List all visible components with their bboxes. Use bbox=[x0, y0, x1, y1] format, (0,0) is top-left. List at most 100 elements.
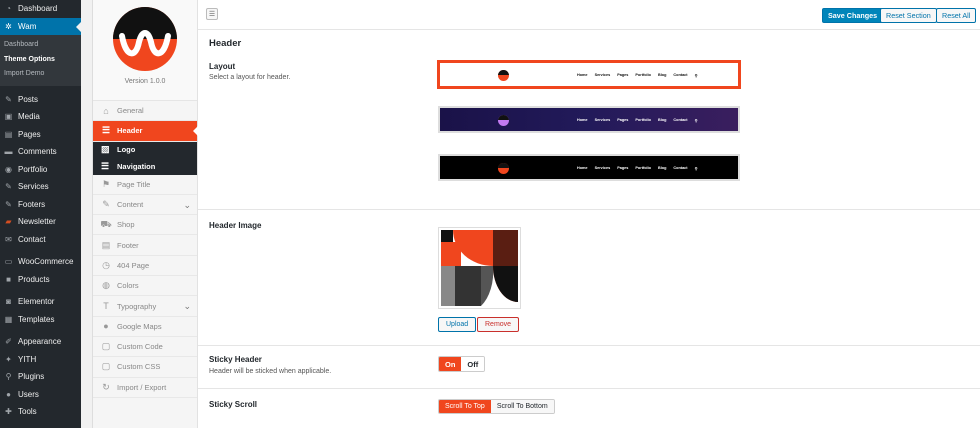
options-nav-label: Shop bbox=[117, 220, 135, 230]
wp-menu-newsletter[interactable]: ▰ Newsletter bbox=[0, 213, 81, 231]
wp-menu-label: YITH bbox=[18, 354, 37, 364]
options-nav-label: Colors bbox=[117, 281, 139, 291]
refresh-icon: ↻ bbox=[102, 381, 110, 392]
mail-icon: ✉ bbox=[5, 234, 12, 244]
wp-menu-label: Media bbox=[18, 112, 40, 122]
wp-menu-pages[interactable]: ▤ Pages bbox=[0, 126, 81, 144]
wp-menu-dashboard[interactable]: ◔ Dashboard bbox=[0, 0, 81, 18]
options-nav-404-page[interactable]: ◷ 404 Page bbox=[93, 256, 197, 277]
mini-nav-item: Home bbox=[577, 166, 588, 170]
wp-menu-contact[interactable]: ✉ Contact bbox=[0, 231, 81, 249]
wp-menu-products[interactable]: ■ Products bbox=[0, 271, 81, 289]
header-icon: ☰ bbox=[101, 125, 111, 136]
layout-option-3[interactable]: Home Services Pages Portfolio Blog Conta… bbox=[438, 154, 740, 181]
wp-menu-portfolio[interactable]: ◉ Portfolio bbox=[0, 161, 81, 179]
wp-menu-label: Appearance bbox=[18, 337, 62, 347]
wp-menu-templates[interactable]: ▦ Templates bbox=[0, 311, 81, 329]
options-nav-logo[interactable]: ▨ Logo bbox=[93, 142, 197, 159]
scroll-to-top-option[interactable]: Scroll To Top bbox=[439, 400, 491, 413]
options-nav-content[interactable]: ✎ Content ⌄ bbox=[93, 195, 197, 216]
footer-icon: ▤ bbox=[101, 239, 111, 250]
options-nav-general[interactable]: ⌂ General bbox=[93, 101, 197, 122]
wp-menu-woocommerce[interactable]: ▭ WooCommerce bbox=[0, 253, 81, 271]
options-subnav: ▨ Logo ☰ Navigation bbox=[93, 141, 197, 175]
options-nav-footer[interactable]: ▤ Footer bbox=[93, 235, 197, 256]
sticky-header-on[interactable]: On bbox=[439, 357, 462, 371]
wp-menu-wam[interactable]: ✲ Wam bbox=[0, 17, 81, 35]
wp-submenu-import-demo[interactable]: Import Demo bbox=[0, 67, 81, 82]
wp-menu-label: Plugins bbox=[18, 372, 45, 382]
sticky-header-toggle[interactable]: On Off bbox=[438, 356, 486, 372]
header-image-thumbnail bbox=[441, 230, 518, 306]
options-nav-label: Typography bbox=[117, 301, 157, 311]
options-nav-colors[interactable]: ◍ Colors bbox=[93, 276, 197, 297]
mini-search-icon: ⚲ bbox=[694, 74, 698, 78]
code-icon: ▢ bbox=[101, 341, 111, 352]
pages-icon: ▤ bbox=[4, 129, 13, 139]
wp-menu-users[interactable]: ● Users bbox=[0, 386, 81, 404]
reset-section-button[interactable]: Reset Section bbox=[880, 8, 937, 23]
mini-nav-item: Home bbox=[577, 118, 588, 122]
sticky-header-description: Header will be sticked when applicable. bbox=[209, 368, 332, 375]
layout-option-1[interactable]: Home Services Pages Portfolio Blog Conta… bbox=[438, 61, 740, 88]
wp-menu-services[interactable]: ✎ Services bbox=[0, 178, 81, 196]
services-icon: ✎ bbox=[5, 182, 12, 192]
wp-menu-label: Tools bbox=[18, 407, 37, 417]
sticky-scroll-options[interactable]: Scroll To Top Scroll To Bottom bbox=[438, 399, 555, 414]
options-nav-label: Logo bbox=[117, 145, 136, 155]
pencil-icon: ✎ bbox=[102, 199, 110, 210]
options-nav-shop[interactable]: ⛟ Shop bbox=[93, 215, 197, 236]
mini-logo-icon bbox=[498, 70, 509, 81]
wp-submenu-theme-options[interactable]: Theme Options bbox=[0, 53, 81, 68]
reset-all-button[interactable]: Reset All bbox=[936, 8, 977, 23]
products-icon: ■ bbox=[6, 274, 11, 284]
mini-logo-icon bbox=[498, 115, 509, 126]
options-nav-navigation[interactable]: ☰ Navigation bbox=[93, 158, 197, 175]
mini-search-icon: ⚲ bbox=[694, 119, 698, 123]
wp-menu-appearance[interactable]: ✐ Appearance bbox=[0, 333, 81, 351]
mini-nav-item: Portfolio bbox=[635, 166, 651, 170]
mini-nav: Home Services Pages Portfolio Blog Conta… bbox=[577, 73, 697, 78]
options-nav-custom-css[interactable]: ▢ Custom CSS bbox=[93, 357, 197, 378]
wp-menu-label: Footers bbox=[18, 199, 46, 209]
wp-menu-tools[interactable]: ✚ Tools bbox=[0, 403, 81, 421]
mini-nav-item: Blog bbox=[657, 166, 667, 170]
menu-icon: ☰ bbox=[208, 11, 216, 18]
wp-menu-posts[interactable]: ✎ Posts bbox=[0, 91, 81, 109]
mini-nav-item: Services bbox=[594, 73, 611, 77]
options-nav-header[interactable]: ☰ Header bbox=[93, 121, 198, 142]
upload-button[interactable]: Upload bbox=[438, 317, 477, 332]
scroll-to-bottom-option[interactable]: Scroll To Bottom bbox=[490, 400, 554, 413]
options-nav-import-export[interactable]: ↻ Import / Export bbox=[93, 378, 197, 398]
wp-menu-elementor[interactable]: ◙ Elementor bbox=[0, 293, 81, 311]
layout-option-2[interactable]: Home Services Pages Portfolio Blog Conta… bbox=[438, 106, 740, 133]
wp-menu-label: Pages bbox=[18, 129, 41, 139]
wp-menu-plugins[interactable]: ⚲ Plugins bbox=[0, 368, 81, 386]
options-nav-label: Page Title bbox=[117, 179, 151, 189]
wp-submenu-dashboard[interactable]: Dashboard bbox=[0, 38, 81, 53]
wp-menu-footers[interactable]: ✎ Footers bbox=[0, 196, 81, 214]
palette-icon: ◍ bbox=[102, 280, 110, 291]
options-content: ☰ Save Changes Reset Section Reset All H… bbox=[198, 0, 980, 428]
sticky-header-off[interactable]: Off bbox=[461, 357, 485, 371]
remove-button[interactable]: Remove bbox=[477, 317, 520, 332]
cart-icon: ⛟ bbox=[100, 218, 112, 229]
wp-menu-media[interactable]: ▣ Media bbox=[0, 108, 81, 126]
save-changes-button[interactable]: Save Changes bbox=[822, 8, 884, 23]
options-nav-label: Header bbox=[117, 126, 143, 136]
options-nav-google-maps[interactable]: ● Google Maps bbox=[93, 317, 197, 337]
collapse-nav-button[interactable]: ☰ bbox=[206, 8, 218, 20]
mini-nav-item: Blog bbox=[657, 73, 667, 77]
options-nav-label: General bbox=[117, 106, 144, 116]
options-nav-custom-code[interactable]: ▢ Custom Code bbox=[93, 337, 197, 358]
options-nav-typography[interactable]: T Typography ⌄ bbox=[93, 296, 197, 317]
wp-menu-label: Users bbox=[18, 389, 39, 399]
plugins-icon: ⚲ bbox=[5, 372, 12, 382]
wp-menu-label: WooCommerce bbox=[18, 257, 74, 267]
wp-menu-comments[interactable]: ▬ Comments bbox=[0, 143, 81, 161]
mini-logo-icon bbox=[498, 163, 509, 174]
options-nav: Version 1.0.0 ⌂ General ☰ Header ▨ Logo ☰ Na… bbox=[93, 0, 198, 428]
options-nav-page-title[interactable]: ⚑ Page Title bbox=[93, 175, 197, 195]
wp-menu-yith[interactable]: ✦ YITH bbox=[0, 351, 81, 369]
wp-menu-label: Products bbox=[18, 274, 50, 284]
